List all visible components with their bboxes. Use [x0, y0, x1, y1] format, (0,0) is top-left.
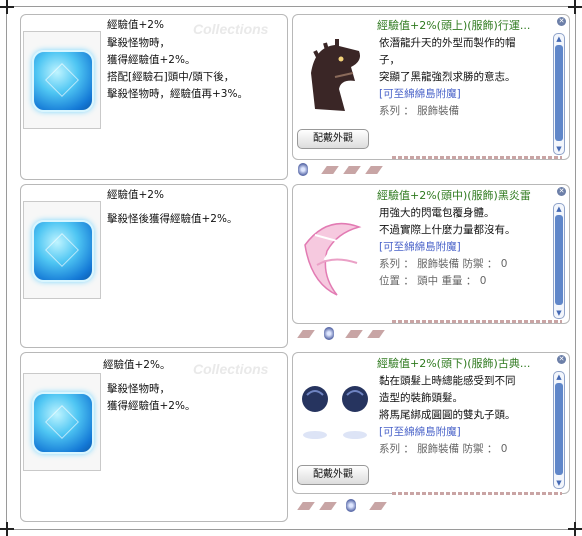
scroll-thumb[interactable]: [555, 383, 563, 475]
slot-diamond-icon: [297, 330, 315, 338]
slot-diamond-icon: [297, 502, 315, 510]
item-icon-box: [23, 373, 101, 471]
description-scrollbar[interactable]: ▲ ▼: [553, 371, 565, 489]
scroll-thumb[interactable]: [555, 45, 563, 141]
divider-stripe: [392, 492, 562, 495]
slot-bar: [292, 320, 570, 348]
enchant-title: 經驗值+2%: [107, 189, 164, 201]
item-title: 經驗值+2%(頭下)(服飾)古典...: [377, 357, 531, 370]
close-icon[interactable]: ✕: [557, 17, 566, 26]
item-row-1: 經驗值+2% Collections 擊殺怪物時， 獲得經驗值+2%。 搭配[經…: [20, 14, 573, 180]
desc-line: 依潛龍升天的外型而製作的帽: [379, 37, 516, 49]
item-title: 經驗值+2%(頭上)(服飾)行運...: [377, 19, 531, 32]
item-description: 依潛龍升天的外型而製作的帽 子， 突顯了黑龍強烈求勝的意志。 [可至綿綿島附魔]…: [379, 35, 543, 120]
corner-mark: [568, 0, 582, 14]
close-icon[interactable]: ✕: [557, 187, 566, 196]
black-flame-lightning-icon: [304, 222, 362, 296]
slot-bar: [292, 492, 570, 520]
black-dragon-hat-icon: [311, 39, 360, 111]
slot-diamond-icon: [365, 166, 383, 174]
item-title: 經驗值+2%(頭中)(服飾)黑炎雷: [377, 189, 531, 202]
slot-diamond-icon: [343, 166, 361, 174]
desc-line: 造型的裝飾頭髮。: [379, 392, 463, 404]
equipment-info-window: 經驗值+2%(頭中)(服飾)黑炎雷 ✕ 用強大的閃電包覆身體。 不過實際上什麼力…: [292, 184, 570, 324]
card-slot-icon: [298, 163, 308, 176]
equipment-info-window: 經驗值+2%(頭下)(服飾)古典... ✕ 配戴外觀 黏在頭髮上時總能感受到不同…: [292, 352, 570, 494]
enchant-title: 經驗值+2%: [107, 19, 164, 31]
scroll-down-icon[interactable]: ▼: [554, 479, 564, 487]
enchant-description: 擊殺怪後獲得經驗值+2%。: [107, 213, 238, 225]
scroll-up-icon[interactable]: ▲: [554, 373, 564, 381]
scroll-thumb[interactable]: [555, 215, 563, 305]
enchant-title: 經驗值+2%。: [103, 359, 171, 371]
divider-stripe: [392, 320, 562, 323]
item-row-2: 經驗值+2% 擊殺怪後獲得經驗值+2%。 經驗值+2%(頭中)(服飾)黑炎雷 ✕…: [20, 184, 573, 348]
item-attributes: 位置 ： 頭中 重量 ： 0: [379, 275, 487, 287]
wear-appearance-button[interactable]: 配戴外觀: [297, 129, 369, 149]
desc-line: 黏在頭髮上時總能感受到不同: [379, 375, 516, 387]
blue-gem-icon: [32, 220, 94, 282]
scroll-up-icon[interactable]: ▲: [554, 35, 564, 43]
wear-appearance-button[interactable]: 配戴外觀: [297, 465, 369, 485]
item-description: 用強大的閃電包覆身體。 不過實際上什麼力量都沒有。 [可至綿綿島附魔] 系列 ：…: [379, 205, 543, 290]
corner-mark: [0, 522, 14, 536]
slot-diamond-icon: [367, 330, 385, 338]
slot-diamond-icon: [345, 330, 363, 338]
close-icon[interactable]: ✕: [557, 355, 566, 364]
slot-diamond-icon: [369, 502, 387, 510]
item-row-3: 經驗值+2%。 Collections 擊殺怪物時， 獲得經驗值+2%。 經驗值…: [20, 352, 573, 522]
description-scrollbar[interactable]: ▲ ▼: [553, 203, 565, 319]
slot-bar: [292, 156, 570, 184]
twin-bun-hair-icon: [302, 386, 368, 439]
item-icon-box: [23, 201, 101, 299]
desc-line: 突顯了黑龍強烈求勝的意志。: [379, 71, 516, 83]
scroll-up-icon[interactable]: ▲: [554, 205, 564, 213]
scroll-down-icon[interactable]: ▼: [554, 309, 564, 317]
enchant-location-link[interactable]: [可至綿綿島附魔]: [379, 424, 543, 441]
card-slot-icon: [324, 327, 334, 340]
item-description: 黏在頭髮上時總能感受到不同 造型的裝飾頭髮。 將馬尾綁成圓圓的雙丸子頭。 [可至…: [379, 373, 543, 458]
equipment-info-window: 經驗值+2%(頭上)(服飾)行運... ✕ 配戴外觀 依潛龍升天的外型而製作的帽…: [292, 14, 570, 160]
desc-line: 將馬尾綁成圓圓的雙丸子頭。: [379, 409, 516, 421]
corner-mark: [0, 0, 14, 14]
enchant-description: 擊殺怪物時， 獲得經驗值+2%。: [107, 383, 196, 412]
enchant-location-link[interactable]: [可至綿綿島附魔]: [379, 86, 543, 103]
enchant-info-window: 經驗值+2%。 Collections 擊殺怪物時， 獲得經驗值+2%。: [20, 352, 288, 522]
desc-line: 不過實際上什麼力量都沒有。: [379, 224, 516, 236]
scroll-down-icon[interactable]: ▼: [554, 145, 564, 153]
desc-line: 子，: [379, 54, 400, 66]
blue-gem-icon: [32, 50, 94, 112]
description-scrollbar[interactable]: ▲ ▼: [553, 33, 565, 155]
enchant-description: 擊殺怪物時， 獲得經驗值+2%。 搭配[經驗石]頭中/頭下後， 擊殺怪物時，經驗…: [107, 37, 248, 100]
item-attributes: 系列 ： 服飾裝備 防禦 ： 0: [379, 258, 508, 270]
divider-stripe: [392, 156, 562, 159]
desc-line: 用強大的閃電包覆身體。: [379, 207, 495, 219]
item-attributes: 系列 ： 服飾裝備: [379, 105, 460, 117]
corner-mark: [568, 522, 582, 536]
blue-gem-icon: [32, 392, 94, 454]
card-slot-icon: [346, 499, 356, 512]
item-attributes: 系列 ： 服飾裝備 防禦 ： 0: [379, 443, 508, 455]
enchant-info-window: 經驗值+2% 擊殺怪後獲得經驗值+2%。: [20, 184, 288, 348]
item-icon-box: [23, 31, 101, 129]
enchant-info-window: 經驗值+2% Collections 擊殺怪物時， 獲得經驗值+2%。 搭配[經…: [20, 14, 288, 180]
slot-diamond-icon: [321, 166, 339, 174]
enchant-location-link[interactable]: [可至綿綿島附魔]: [379, 239, 543, 256]
watermark: Collections: [193, 361, 269, 377]
slot-diamond-icon: [319, 502, 337, 510]
